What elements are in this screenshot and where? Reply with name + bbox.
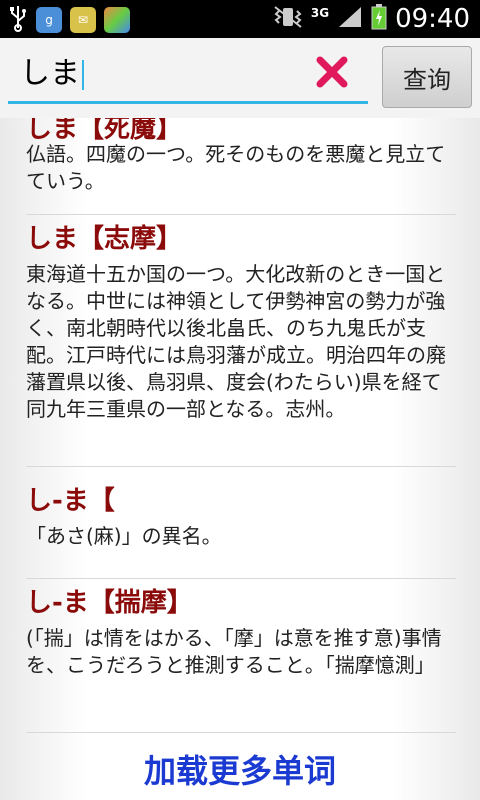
notification-icons: g ✉ [8, 4, 130, 36]
clock: 09:40 [395, 4, 470, 34]
search-bar: しま 查询 [0, 38, 480, 118]
signal-icon [337, 5, 363, 33]
divider [26, 466, 456, 467]
battery-icon [371, 4, 387, 34]
entry-title: しま【志摩】 [26, 224, 183, 254]
list-item[interactable]: し-ま【 「あさ(麻)」の異名。 [26, 480, 456, 550]
entry-body: (「揣」は情をはかる、「摩」は意を推す意)事情を、こうだろうと推測すること。「揣… [26, 626, 442, 677]
entry-body: 東海道十五か国の一つ。大化改新のとき一国となる。中世には神領として伊勢神宮の勢力… [26, 262, 446, 421]
usb-icon [8, 4, 28, 36]
mail-icon: ✉ [70, 7, 96, 33]
entry-body: 「あさ(麻)」の異名。 [26, 524, 222, 548]
entry-title: し-ま【 [26, 486, 115, 516]
entry-title: し-ま【揣摩】 [26, 588, 193, 618]
list-item[interactable]: し-ま【揣摩】 (「揣」は情をはかる、「摩」は意を推す意)事情を、こうだろうと推… [26, 582, 456, 679]
clear-icon[interactable] [312, 50, 352, 94]
status-bar: g ✉ 3G 09:40 [0, 0, 480, 38]
text-caret [82, 59, 84, 90]
app-icon: g [36, 7, 62, 33]
network-type: 3G [310, 6, 330, 20]
list-item[interactable]: しま【死魔】 仏語。四魔の一つ。死そのものを悪魔と見立てていう。 [26, 118, 456, 195]
list-item[interactable]: しま【志摩】 東海道十五か国の一つ。大化改新のとき一国となる。中世には神領として… [26, 218, 456, 423]
search-button[interactable]: 查询 [382, 46, 472, 108]
vibrate-icon [273, 5, 303, 33]
system-status: 3G 09:40 [273, 2, 470, 36]
entry-body: 仏語。四魔の一つ。死そのものを悪魔と見立てていう。 [26, 142, 446, 193]
divider [26, 214, 456, 215]
divider [26, 578, 456, 579]
search-query: しま [20, 56, 80, 91]
divider [26, 732, 456, 733]
results-list: しま【死魔】 仏語。四魔の一つ。死そのものを悪魔と見立てていう。 しま【志摩】 … [0, 118, 480, 800]
photo-icon [104, 7, 130, 33]
load-more-button[interactable]: 加载更多单词 [0, 746, 480, 792]
